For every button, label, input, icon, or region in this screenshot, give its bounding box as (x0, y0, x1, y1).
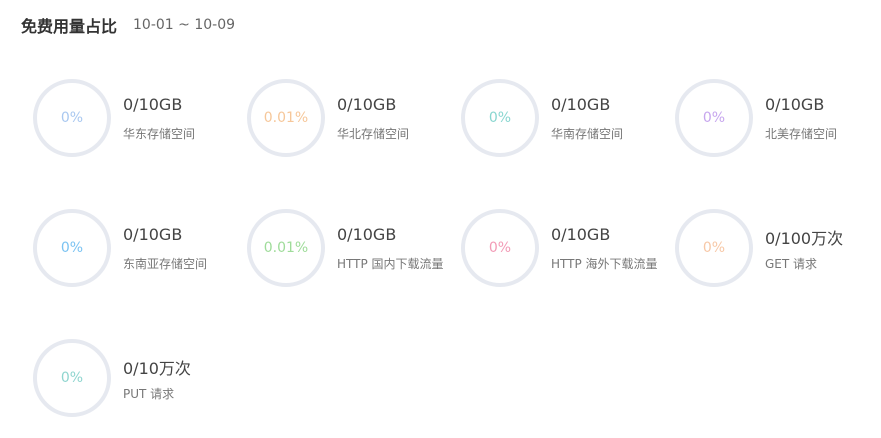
usage-card-southeast-asia-storage: 0% 0/10GB 东南亚存储空间 (33, 209, 247, 299)
usage-ring: 0.01% (247, 79, 325, 157)
usage-value: 0/10GB (551, 225, 611, 244)
usage-value: 0/10GB (765, 95, 825, 114)
usage-label: HTTP 国内下载流量 (337, 257, 444, 271)
usage-label: 华南存储空间 (551, 127, 624, 141)
usage-ring: 0% (33, 339, 111, 417)
usage-ring: 0% (33, 79, 111, 157)
usage-ring: 0% (675, 209, 753, 287)
usage-card-north-america-storage: 0% 0/10GB 北美存储空间 (675, 79, 881, 169)
usage-card-south-china-storage: 0% 0/10GB 华南存储空间 (461, 79, 675, 169)
usage-grid: 0% 0/10GB 华东存储空间 0.01% 0/10GB 华北存储空间 0% … (0, 0, 881, 438)
usage-card-http-overseas-download: 0% 0/10GB HTTP 海外下载流量 (461, 209, 675, 299)
usage-ring: 0.01% (247, 209, 325, 287)
usage-value: 0/10万次 (123, 359, 191, 378)
usage-value: 0/10GB (123, 95, 183, 114)
usage-label: GET 请求 (765, 257, 818, 271)
usage-value: 0/10GB (337, 225, 397, 244)
usage-ring: 0% (461, 209, 539, 287)
usage-label: 华东存储空间 (123, 127, 196, 141)
usage-value: 0/10GB (123, 225, 183, 244)
usage-card-http-domestic-download: 0.01% 0/10GB HTTP 国内下载流量 (247, 209, 461, 299)
usage-label: PUT 请求 (123, 387, 175, 401)
usage-ring: 0% (675, 79, 753, 157)
usage-label: 华北存储空间 (337, 127, 410, 141)
usage-value: 0/10GB (551, 95, 611, 114)
usage-card-east-china-storage: 0% 0/10GB 华东存储空间 (33, 79, 247, 169)
usage-label: 东南亚存储空间 (123, 257, 208, 271)
usage-card-put-requests: 0% 0/10万次 PUT 请求 (33, 339, 247, 429)
usage-card-north-china-storage: 0.01% 0/10GB 华北存储空间 (247, 79, 461, 169)
usage-value: 0/10GB (337, 95, 397, 114)
usage-ring: 0% (33, 209, 111, 287)
usage-label: HTTP 海外下载流量 (551, 257, 658, 271)
usage-ring: 0% (461, 79, 539, 157)
usage-label: 北美存储空间 (765, 127, 838, 141)
usage-card-get-requests: 0% 0/100万次 GET 请求 (675, 209, 881, 299)
usage-value: 0/100万次 (765, 229, 844, 248)
